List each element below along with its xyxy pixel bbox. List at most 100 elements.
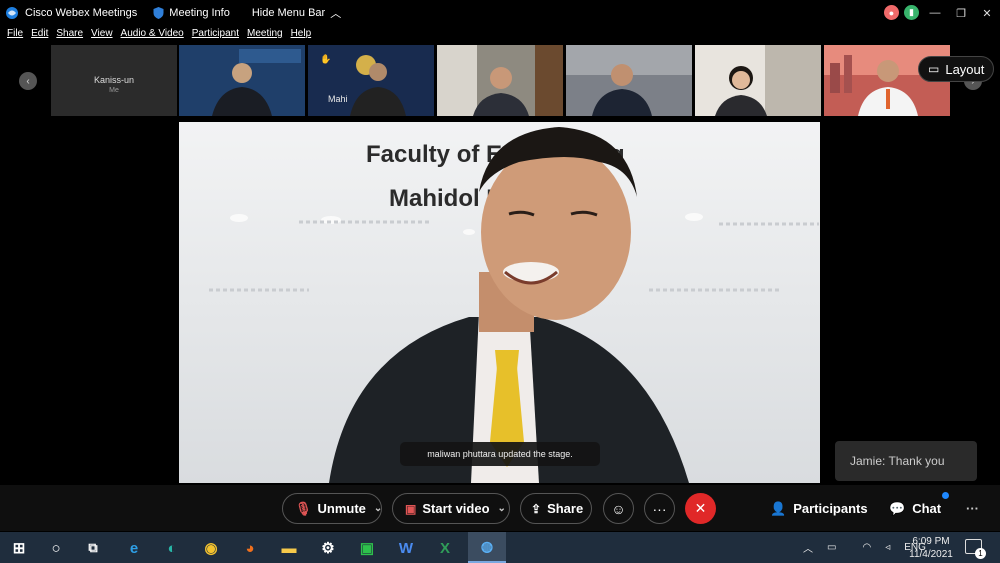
shield-icon xyxy=(153,7,164,19)
settings-gear-icon[interactable]: ⚙ xyxy=(316,536,340,560)
taskbar: ⊞ ○ ⧉ e ◐ ◉ ◕ ▬ ⚙ ▣ W X ◍ ︿ ▭ ◠ ◃ ENG 6:… xyxy=(0,532,1000,563)
participant-tile[interactable] xyxy=(179,45,305,116)
chevron-left-icon: ‹ xyxy=(26,75,30,87)
self-name: Kaniss-un xyxy=(93,75,135,85)
clock-time: 6:09 PM xyxy=(912,536,950,547)
more-options-button[interactable]: ··· xyxy=(644,493,675,524)
chat-preview-text: Jamie: Thank you xyxy=(850,454,945,468)
participant-tile[interactable] xyxy=(566,45,692,116)
unmute-button[interactable]: 🎙 Unmute ⌄ xyxy=(282,493,382,524)
participant-tile[interactable] xyxy=(695,45,821,116)
menu-help[interactable]: Help xyxy=(291,28,312,44)
app-title-text: Cisco Webex Meetings xyxy=(25,7,138,19)
clock[interactable]: 6:09 PM 11/4/2021 xyxy=(906,535,956,561)
windows-start-icon[interactable]: ⊞ xyxy=(7,536,31,560)
share-label: Share xyxy=(547,501,584,516)
line-app-icon[interactable]: ▣ xyxy=(355,536,379,560)
close-icon: ✕ xyxy=(694,500,707,516)
camera-off-icon: ▣ xyxy=(405,501,417,516)
more-dots-icon: ··· xyxy=(652,500,667,517)
svg-text:Mahi: Mahi xyxy=(328,94,348,104)
webex-taskbar-item[interactable]: ◍ xyxy=(468,532,506,563)
layout-label: Layout xyxy=(945,61,985,77)
chrome-icon[interactable]: ◉ xyxy=(199,536,223,560)
menu-edit[interactable]: Edit xyxy=(31,28,48,44)
app-title: Cisco Webex Meetings xyxy=(0,6,137,20)
menu-meeting[interactable]: Meeting xyxy=(247,28,283,44)
task-view-icon[interactable]: ⧉ xyxy=(81,536,105,560)
status-indicators: ● ▮ xyxy=(884,5,919,20)
hide-menu-bar-button[interactable]: Hide Menu Bar ︿ xyxy=(252,5,341,21)
chevron-down-icon[interactable]: ⌄ xyxy=(374,503,382,514)
hide-menu-bar-label: Hide Menu Bar xyxy=(251,7,326,19)
main-stage-video[interactable]: Faculty of Engineering Mahidol Universit… xyxy=(179,122,820,483)
word-icon[interactable]: W xyxy=(394,536,418,560)
start-video-button[interactable]: ▣ Start video ⌄ xyxy=(392,493,510,524)
self-video-tile[interactable]: Kaniss-un Me xyxy=(51,45,177,116)
wifi-icon[interactable]: ◠ xyxy=(862,542,871,553)
notification-count: 1 xyxy=(975,548,986,559)
participant-video xyxy=(695,45,821,116)
more-dots-icon: ··· xyxy=(966,501,979,516)
battery-icon[interactable]: ▭ xyxy=(827,542,836,553)
microphone-muted-icon: 🎙 xyxy=(295,500,312,516)
chat-preview-bubble[interactable]: Jamie: Thank you xyxy=(835,441,977,481)
start-video-label: Start video xyxy=(422,501,490,516)
signal-icon[interactable]: ▮ xyxy=(904,5,919,20)
excel-icon[interactable]: X xyxy=(433,536,457,560)
clock-date: 11/4/2021 xyxy=(909,549,953,560)
chevron-down-icon[interactable]: ⌄ xyxy=(498,503,506,514)
meeting-info-label: Meeting Info xyxy=(169,7,230,19)
end-meeting-button[interactable]: ✕ xyxy=(685,493,716,524)
search-icon[interactable]: ○ xyxy=(44,536,68,560)
filmstrip-prev-button[interactable]: ‹ xyxy=(19,72,37,90)
menu-audio-video[interactable]: Audio & Video xyxy=(121,28,184,44)
panel-more-button[interactable]: ··· xyxy=(966,493,979,524)
volume-icon[interactable]: ◃ xyxy=(885,542,890,553)
restore-icon[interactable]: ❐ xyxy=(948,7,974,20)
window-controls: — ❐ ✕ xyxy=(922,0,1000,26)
participant-video xyxy=(437,45,563,116)
chevron-up-icon: ︿ xyxy=(330,8,342,20)
menu-file[interactable]: File xyxy=(7,28,23,44)
participant-video xyxy=(566,45,692,116)
firefox-icon[interactable]: ◕ xyxy=(238,536,262,560)
participant-tile[interactable]: Mahi ✋ xyxy=(308,45,434,116)
internet-explorer-icon[interactable]: e xyxy=(122,536,146,560)
participant-tile[interactable] xyxy=(437,45,563,116)
meeting-controls: 🎙 Unmute ⌄ ▣ Start video ⌄ ⇪ Share ☺ ···… xyxy=(0,485,1000,531)
menu-view[interactable]: View xyxy=(91,28,113,44)
people-icon: 👤 xyxy=(770,500,787,516)
participants-button[interactable]: 👤 Participants xyxy=(770,493,868,524)
menu-share[interactable]: Share xyxy=(56,28,83,44)
record-icon[interactable]: ● xyxy=(884,5,899,20)
close-icon[interactable]: ✕ xyxy=(974,7,1000,20)
menu-participant[interactable]: Participant xyxy=(192,28,239,44)
stage-update-toast: maliwan phuttara updated the stage. xyxy=(400,442,600,466)
title-bar: Cisco Webex Meetings Meeting Info Hide M… xyxy=(0,0,1000,26)
minimize-icon[interactable]: — xyxy=(922,7,948,19)
participants-label: Participants xyxy=(793,501,868,516)
chat-button[interactable]: 💬 Chat xyxy=(889,493,941,524)
meeting-info-button[interactable]: Meeting Info xyxy=(153,7,230,19)
filmstrip: ‹ Kaniss-un Me Mahi ✋ xyxy=(0,45,1000,117)
share-button[interactable]: ⇪ Share xyxy=(520,493,592,524)
webex-app-icon: ◍ xyxy=(480,538,494,554)
tray-expand-icon[interactable]: ︿ xyxy=(803,540,813,555)
layout-button[interactable]: ▭ Layout xyxy=(918,56,995,82)
raise-hand-icon: ✋ xyxy=(320,54,332,64)
chat-label: Chat xyxy=(912,501,942,516)
reaction-smile-icon: ☺ xyxy=(611,500,626,517)
self-sub: Me xyxy=(109,87,119,94)
webex-logo-icon xyxy=(6,7,18,19)
unmute-label: Unmute xyxy=(317,501,366,516)
reactions-button[interactable]: ☺ xyxy=(603,493,634,524)
active-speaker-video: Faculty of Engineering Mahidol Universit… xyxy=(179,122,820,483)
edge-icon[interactable]: ◐ xyxy=(160,536,184,560)
unread-indicator xyxy=(942,492,949,499)
chat-bubble-icon: 💬 xyxy=(889,500,906,516)
participant-video xyxy=(179,45,305,116)
layout-icon: ▭ xyxy=(928,62,940,76)
file-explorer-icon[interactable]: ▬ xyxy=(277,536,301,560)
menu-bar: File Edit Share View Audio & Video Parti… xyxy=(0,28,1000,44)
